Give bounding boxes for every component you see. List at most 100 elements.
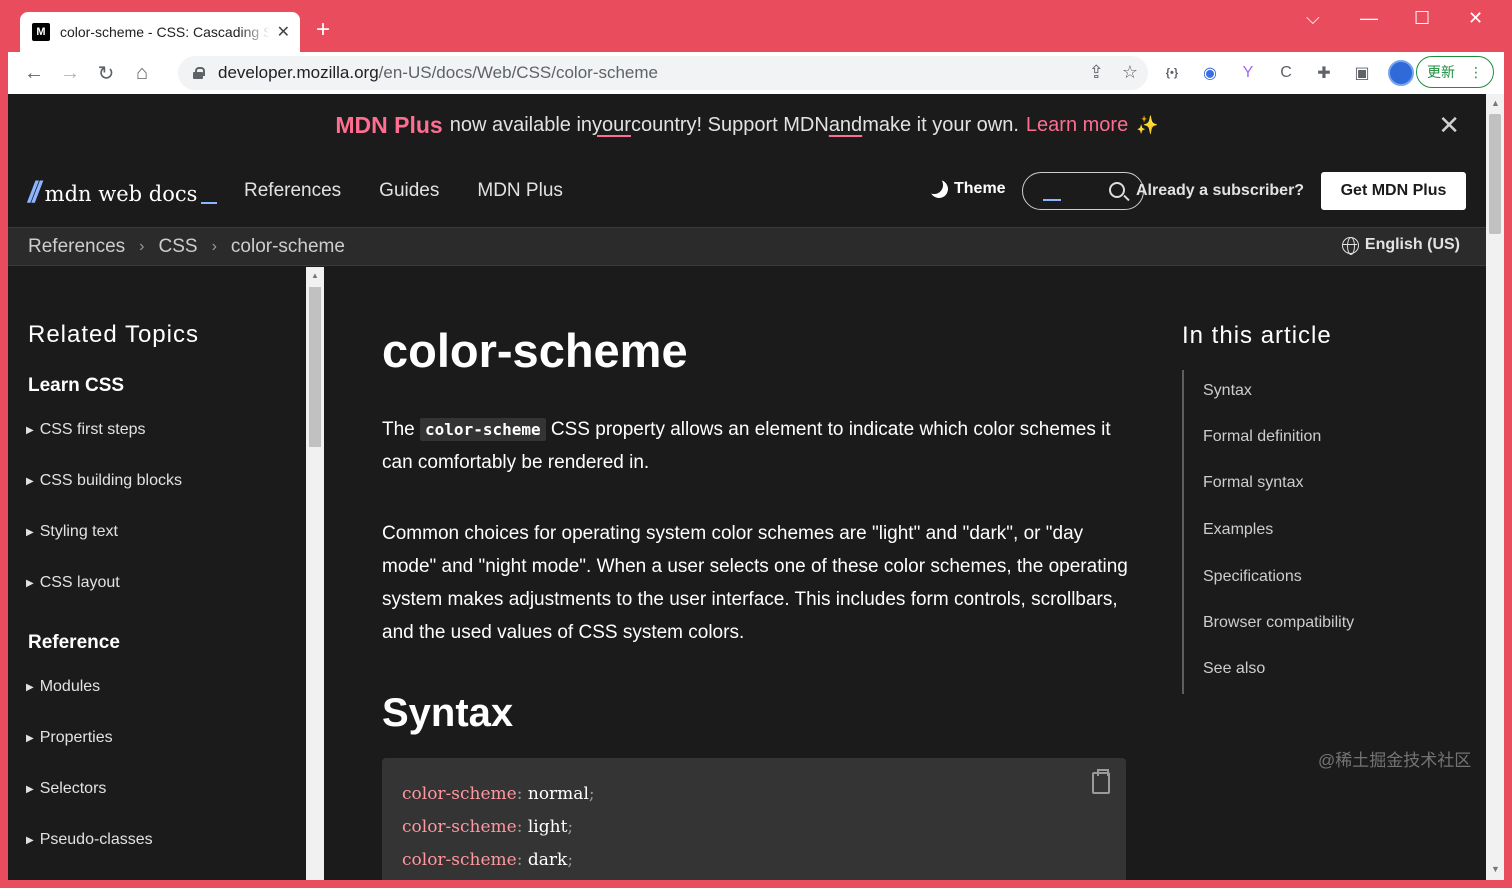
triangle-right-icon: ▶ [26,475,34,487]
globe-icon [1341,236,1359,255]
breadcrumb-css[interactable]: CSS [159,236,198,258]
toc-item-browser-compatibility[interactable]: Browser compatibility [1203,614,1354,632]
learn-more-link[interactable]: Learn more [1026,114,1128,137]
reload-icon[interactable]: ↻ [88,55,124,91]
page-viewport: MDN Plus now available in your country! … [8,94,1486,880]
sidebar-scrollbar[interactable]: ▲ [306,267,324,880]
toc-item-syntax[interactable]: Syntax [1203,382,1252,400]
toc-divider [1182,370,1184,694]
sidebar-item-modules[interactable]: ▶ Modules [26,678,100,696]
menu-guides[interactable]: Guides [379,180,439,202]
breadcrumb: References › CSS › color-scheme English … [8,228,1486,266]
home-icon[interactable]: ⌂ [124,55,160,91]
copy-clipboard-icon[interactable] [1092,769,1110,794]
sidebar-heading-learn[interactable]: Learn CSS [28,375,124,397]
sidebar-scroll-thumb[interactable] [309,287,321,447]
extension-y-icon[interactable]: Y [1236,61,1260,85]
window-frame-bottom [0,880,1512,888]
sidepanel-icon[interactable]: ▣ [1350,61,1374,85]
update-button[interactable]: 更新 ⋮ [1416,56,1494,88]
syntax-heading: Syntax [382,691,514,735]
profile-avatar[interactable] [1388,60,1414,86]
logo-text: mdn web docs [44,182,198,206]
toc-title: In this article [1182,322,1332,349]
tab-title: color-scheme - CSS: Cascading Style Shee… [60,24,270,40]
scroll-up-arrow-icon[interactable]: ▲ [311,271,319,280]
sidebar-item-css-layout[interactable]: ▶ CSS layout [26,574,120,592]
new-tab-icon[interactable]: + [316,16,330,44]
page-scrollbar[interactable]: ▲ ▼ [1486,94,1504,880]
toc-item-formal-definition[interactable]: Formal definition [1203,428,1321,446]
language-selector[interactable]: English (US) [1341,236,1460,255]
triangle-right-icon: ▶ [26,732,34,744]
more-vertical-icon: ⋮ [1469,63,1483,80]
search-caret [1043,199,1061,201]
extension-c-icon[interactable]: C [1274,61,1298,85]
breadcrumb-references[interactable]: References [28,236,125,258]
browser-titlebar: M color-scheme - CSS: Cascading Style Sh… [0,0,1512,52]
window-frame-right [1504,52,1512,888]
bookmark-star-icon[interactable]: ☆ [1122,62,1138,83]
toc-item-formal-syntax[interactable]: Formal syntax [1203,474,1303,492]
mdn-favicon-icon: M [32,23,50,41]
sidebar-heading-reference[interactable]: Reference [28,632,120,654]
mdn-plus-banner: MDN Plus now available in your country! … [8,94,1486,156]
syntax-code-block: color-scheme: normal; color-scheme: ligh… [382,758,1126,880]
share-icon[interactable]: ⇪ [1089,62,1104,83]
browser-toolbar: ← → ↻ ⌂ developer.mozilla.org/en-US/docs… [8,52,1504,94]
window-close-icon[interactable]: ✕ [1468,8,1483,29]
mdn-logo[interactable]: // mdn web docs [28,176,218,210]
update-label: 更新 [1427,64,1455,80]
sidebar: Related Topics Learn CSS ▶ CSS first step… [8,267,306,880]
theme-label: Theme [954,180,1006,197]
extension-json-icon[interactable]: {•} [1160,61,1184,85]
toc-item-examples[interactable]: Examples [1203,521,1273,539]
site-search-input[interactable] [1022,172,1144,210]
inline-code-color-scheme: color-scheme [420,418,546,441]
already-subscriber-link[interactable]: Already a subscriber? [1136,182,1304,200]
scroll-down-arrow-icon[interactable]: ▼ [1491,864,1500,874]
code-line: color-scheme: normal; [402,784,595,804]
menu-references[interactable]: References [244,180,341,202]
scroll-up-arrow-icon[interactable]: ▲ [1491,98,1500,108]
page-title: color-scheme [382,324,688,377]
breadcrumb-color-scheme[interactable]: color-scheme [231,236,345,258]
logo-cursor [201,202,218,204]
browser-tab[interactable]: M color-scheme - CSS: Cascading Style Sh… [20,12,300,52]
theme-toggle[interactable]: Theme [930,180,1006,198]
page-scroll-thumb[interactable] [1489,114,1501,234]
minimize-icon[interactable]: — [1360,8,1378,29]
sidebar-item-pseudo-classes[interactable]: ▶ Pseudo-classes [26,831,153,849]
sidebar-item-selectors[interactable]: ▶ Selectors [26,780,106,798]
sidebar-item-css-building-blocks[interactable]: ▶ CSS building blocks [26,472,182,490]
lock-icon[interactable] [192,67,205,79]
back-arrow-icon[interactable]: ← [16,55,52,91]
get-mdn-plus-button[interactable]: Get MDN Plus [1321,172,1466,210]
chevron-right-icon: › [211,237,217,255]
sidebar-item-css-first-steps[interactable]: ▶ CSS first steps [26,421,146,439]
extension-shield-icon[interactable]: ◉ [1198,61,1222,85]
address-bar[interactable]: developer.mozilla.org/en-US/docs/Web/CSS… [178,56,1148,90]
banner-text-your: your [592,113,631,136]
banner-close-icon[interactable]: ✕ [1438,110,1460,141]
puzzle-icon[interactable]: ✚ [1312,61,1336,85]
menu-mdn-plus[interactable]: MDN Plus [477,180,563,202]
triangle-right-icon: ▶ [26,424,34,436]
maximize-icon[interactable]: ☐ [1414,8,1430,29]
tab-search-chevron-down-icon[interactable]: ⌵ [1306,8,1320,29]
banner-text: now available in [449,113,593,136]
triangle-right-icon: ▶ [26,577,34,589]
forward-arrow-icon[interactable]: → [52,55,88,91]
sidebar-title: Related Topics [28,321,199,348]
search-icon[interactable] [1109,182,1125,198]
banner-text: make it your own. [862,113,1019,136]
description-paragraph: Common choices for operating system colo… [382,523,1128,643]
moon-icon [927,177,950,200]
toc-item-see-also[interactable]: See also [1203,660,1265,678]
sidebar-item-styling-text[interactable]: ▶ Styling text [26,523,118,541]
chevron-right-icon: › [139,237,145,255]
triangle-right-icon: ▶ [26,783,34,795]
toc-item-specifications[interactable]: Specifications [1203,568,1302,586]
tab-close-icon[interactable]: ✕ [277,22,290,42]
sidebar-item-properties[interactable]: ▶ Properties [26,729,113,747]
